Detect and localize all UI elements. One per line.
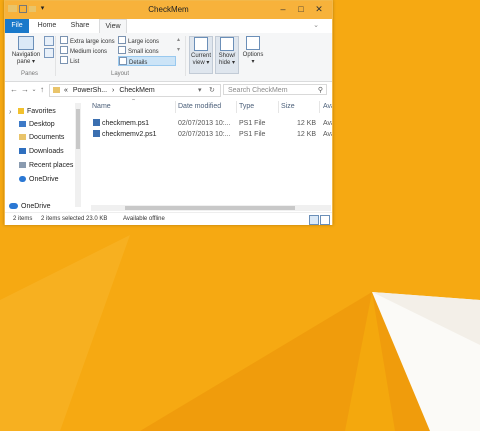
large-icons-view-icon[interactable] <box>320 215 330 225</box>
file-size: 12 KB <box>297 120 317 127</box>
show-hide-button[interactable]: Show/ hide ▾ <box>215 36 239 74</box>
navigation-pane-button[interactable]: Navigation pane ▾ <box>9 36 43 66</box>
file-availability: Ava <box>323 120 332 127</box>
file-name: checkmemv2.ps1 <box>102 131 157 138</box>
tab-home[interactable]: Home <box>35 19 59 33</box>
offline-status: Available offline <box>123 216 165 222</box>
minimize-button[interactable]: – <box>275 3 291 16</box>
refresh-icon[interactable]: ↻ <box>209 85 215 96</box>
tree-item-onedrive-favorite[interactable]: OneDrive <box>19 175 59 185</box>
back-button[interactable]: ← <box>9 85 19 95</box>
preview-pane-button[interactable] <box>44 36 54 46</box>
file-type: PS1 File <box>239 120 266 127</box>
options-icon <box>246 36 260 50</box>
title-bar[interactable]: ▾ CheckMem – □ ✕ <box>5 1 332 19</box>
address-dropdown-icon[interactable]: ▾ <box>198 85 202 96</box>
panes-group-label: Panes <box>21 71 39 77</box>
file-date: 02/07/2013 10:... <box>178 131 231 138</box>
cloud-icon <box>9 203 18 209</box>
search-placeholder: Search CheckMem <box>228 87 288 94</box>
tree-item-onedrive[interactable]: OneDrive <box>9 202 51 212</box>
layout-extra-large-icons[interactable]: Extra large icons <box>60 36 115 45</box>
up-button[interactable]: ↑ <box>37 85 47 95</box>
navigation-scrollbar[interactable] <box>75 103 81 207</box>
file-size: 12 KB <box>297 131 317 138</box>
column-header-date-modified[interactable]: Date modified <box>176 101 237 113</box>
close-button[interactable]: ✕ <box>311 3 327 16</box>
powershell-file-icon <box>93 130 100 137</box>
breadcrumb-powershell[interactable]: PowerSh... <box>73 87 107 94</box>
item-count: 2 items <box>13 216 33 222</box>
details-view-icon[interactable] <box>309 215 319 225</box>
selection-info: 2 items selected 23.0 KB <box>41 216 108 222</box>
search-input[interactable]: Search CheckMem ⚲ <box>223 84 327 95</box>
current-view-button[interactable]: Current view ▾ <box>189 36 213 74</box>
column-header-size[interactable]: Size <box>279 101 320 113</box>
tab-share[interactable]: Share <box>67 19 93 33</box>
sort-indicator-icon: ⌃ <box>131 99 137 105</box>
file-name: checkmem.ps1 <box>102 120 150 127</box>
layout-scroll-down-icon[interactable]: ▾ <box>177 46 180 54</box>
address-bar-row: ← → ⌄ ↑ « PowerSh... › CheckMem ▾ ↻ Sear… <box>5 82 332 98</box>
scrollbar-thumb[interactable] <box>76 109 80 149</box>
details-pane-button[interactable] <box>44 48 54 58</box>
desktop-icon <box>19 121 26 127</box>
layout-small-icons[interactable]: Small icons <box>118 46 159 55</box>
file-date: 02/07/2013 10:... <box>178 120 231 127</box>
tree-item-documents[interactable]: Documents <box>19 133 64 143</box>
column-header-availability[interactable]: Ava <box>321 101 332 113</box>
status-bar: 2 items 2 items selected 23.0 KB Availab… <box>5 212 332 225</box>
show-hide-icon <box>220 37 234 51</box>
file-row[interactable]: checkmemv2.ps1 02/07/2013 10:... PS1 Fil… <box>87 130 332 140</box>
file-availability: Ava <box>323 131 332 138</box>
layout-medium-icons[interactable]: Medium icons <box>60 46 107 55</box>
current-view-icon <box>194 37 208 51</box>
ribbon-separator <box>185 36 186 76</box>
layout-list[interactable]: List <box>60 56 79 65</box>
layout-details[interactable]: Details <box>118 56 176 66</box>
breadcrumb-overflow[interactable]: « <box>64 87 68 94</box>
address-field[interactable]: « PowerSh... › CheckMem ▾ ↻ <box>49 84 221 97</box>
recent-places-icon <box>19 162 26 168</box>
ribbon-separator <box>55 36 56 76</box>
tree-item-recent-places[interactable]: Recent places <box>19 161 73 171</box>
search-icon: ⚲ <box>317 87 323 94</box>
downloads-icon <box>19 148 26 154</box>
layout-large-icons[interactable]: Large icons <box>118 36 159 45</box>
file-row[interactable]: checkmem.ps1 02/07/2013 10:... PS1 File … <box>87 119 332 129</box>
breadcrumb-separator[interactable]: › <box>112 87 114 94</box>
star-icon <box>18 108 24 114</box>
file-list: Name ⌃ Date modified Type Size Ava check… <box>87 99 332 212</box>
documents-icon <box>19 134 26 140</box>
cloud-icon <box>19 176 26 182</box>
tab-file[interactable]: File <box>5 19 29 33</box>
ribbon-view-panel: Navigation pane ▾ Panes Extra large icon… <box>5 33 332 82</box>
scrollbar-thumb[interactable] <box>125 206 295 210</box>
tab-view[interactable]: View <box>99 19 127 33</box>
tree-item-downloads[interactable]: Downloads <box>19 147 64 157</box>
navigation-pane-icon <box>18 36 34 50</box>
column-header-type[interactable]: Type <box>237 101 279 113</box>
options-button[interactable]: Options ▾ <box>241 36 265 66</box>
layout-scroll-up-icon[interactable]: ▴ <box>177 36 180 44</box>
layout-group-label: Layout <box>111 71 130 77</box>
maximize-button[interactable]: □ <box>293 3 309 16</box>
file-list-scrollbar[interactable] <box>91 205 331 211</box>
navigation-tree: › Favorites Desktop Documents Downloads R… <box>5 99 83 212</box>
ribbon-tabs: File Home Share View ⌄ <box>5 19 332 34</box>
expand-ribbon-icon[interactable]: ⌄ <box>310 19 322 33</box>
file-explorer-window[interactable]: ▾ CheckMem – □ ✕ File Home Share View ⌄ … <box>4 0 333 225</box>
file-type: PS1 File <box>239 131 266 138</box>
powershell-file-icon <box>93 119 100 126</box>
breadcrumb-checkmem[interactable]: CheckMem <box>119 87 154 94</box>
folder-icon <box>53 87 60 93</box>
tree-item-favorites[interactable]: › Favorites <box>9 107 56 117</box>
tree-item-desktop[interactable]: Desktop <box>19 120 55 130</box>
